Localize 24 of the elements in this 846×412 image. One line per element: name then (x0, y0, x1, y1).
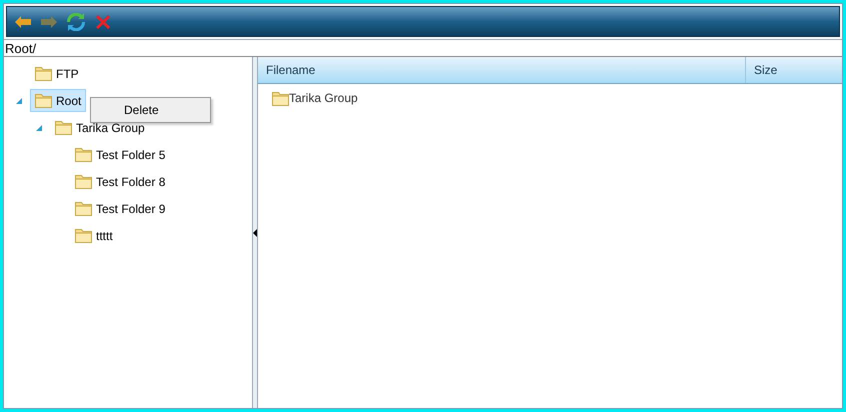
tree-item[interactable]: FTP (30, 62, 84, 85)
close-icon[interactable] (95, 14, 111, 30)
tree-item[interactable]: Root (30, 89, 86, 112)
expanded-arrow-icon[interactable] (36, 124, 42, 130)
tree-item[interactable]: Test Folder 5 (70, 143, 170, 166)
back-arrow-icon[interactable] (15, 16, 31, 28)
folder-icon (75, 201, 92, 216)
menu-item[interactable]: Delete (93, 100, 208, 120)
folder-icon (272, 90, 289, 106)
expanded-arrow-icon[interactable] (16, 98, 22, 104)
file-row[interactable]: Tarika Group (272, 88, 358, 108)
collapse-arrow-icon[interactable] (253, 228, 257, 236)
column-header[interactable]: Size (746, 57, 832, 83)
folder-icon (75, 174, 92, 189)
tree-item[interactable]: ttttt (70, 224, 118, 247)
refresh-icon[interactable] (67, 12, 85, 30)
folder-icon (75, 147, 92, 162)
tree-item[interactable]: Test Folder 9 (70, 197, 170, 220)
tree-item[interactable]: Test Folder 8 (70, 170, 170, 193)
folder-icon (75, 228, 92, 243)
folder-icon (55, 120, 72, 135)
column-header[interactable]: Filename (258, 57, 746, 83)
folder-icon (35, 93, 52, 108)
folder-icon (35, 66, 52, 81)
